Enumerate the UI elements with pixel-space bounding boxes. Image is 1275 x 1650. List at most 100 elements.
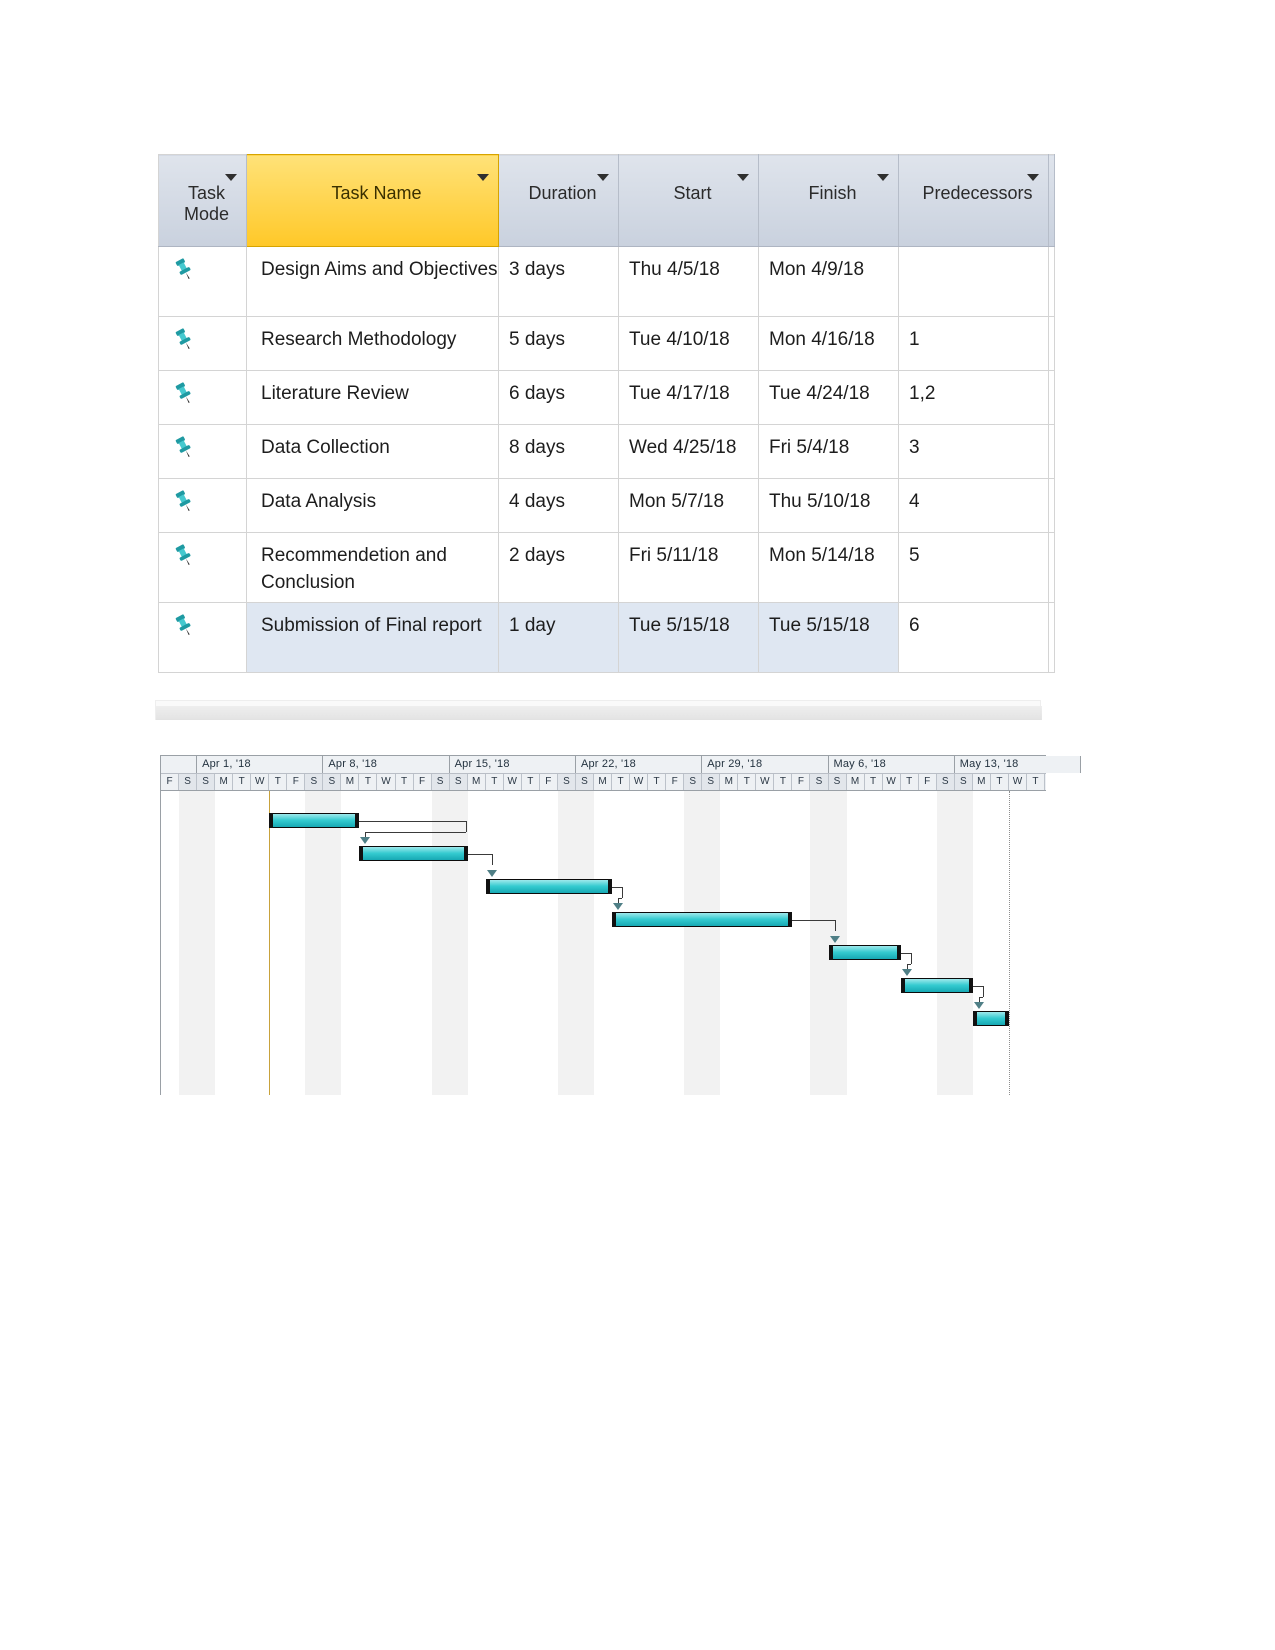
cell-task-name[interactable]: Design Aims and Objectives — [246, 246, 499, 317]
cell-start[interactable]: Thu 4/5/18 — [618, 246, 759, 317]
cell-finish[interactable]: Mon 5/14/18 — [758, 532, 899, 603]
cell-task-name[interactable]: Literature Review — [246, 370, 499, 425]
column-header-overflow[interactable] — [1048, 154, 1055, 247]
timeline-day-cell: S — [197, 774, 216, 790]
timeline-day-cell: T — [485, 774, 504, 790]
gantt-task-bar[interactable] — [972, 1011, 1009, 1026]
timeline-day-cell: T — [738, 774, 757, 790]
column-header-task-name[interactable]: Task Name — [246, 154, 499, 247]
cell-start[interactable]: Mon 5/7/18 — [618, 478, 759, 533]
pin-icon — [171, 326, 197, 352]
column-header-duration[interactable]: Duration — [498, 154, 619, 247]
cell-task-mode[interactable] — [158, 246, 247, 317]
column-header-start[interactable]: Start — [618, 154, 759, 247]
pin-icon — [171, 380, 197, 406]
cell-start[interactable]: Wed 4/25/18 — [618, 424, 759, 479]
filter-dropdown-icon[interactable] — [597, 174, 609, 181]
cell-duration[interactable]: 3 days — [498, 246, 619, 317]
filter-dropdown-icon[interactable] — [1027, 174, 1039, 181]
cell-duration[interactable]: 8 days — [498, 424, 619, 479]
table-row[interactable]: Submission of Final report 1 day Tue 5/15/… — [158, 602, 1055, 673]
cell-predecessors[interactable] — [898, 246, 1049, 317]
column-header-task-mode[interactable]: Task Mode — [158, 154, 247, 247]
cell-finish[interactable]: Tue 5/15/18 — [758, 602, 899, 673]
cell-finish[interactable]: Mon 4/9/18 — [758, 246, 899, 317]
cell-task-name[interactable]: Data Collection — [246, 424, 499, 479]
cell-finish[interactable]: Tue 4/24/18 — [758, 370, 899, 425]
cell-predecessors[interactable]: 1 — [898, 316, 1049, 371]
timeline-day-cell: S — [305, 774, 324, 790]
cell-overflow[interactable] — [1048, 532, 1055, 603]
gantt-task-bar[interactable] — [269, 813, 360, 828]
cell-overflow[interactable] — [1048, 478, 1055, 533]
table-row[interactable]: Research Methodology 5 days Tue 4/10/18 Mon… — [158, 316, 1055, 371]
scrollbar-thumb[interactable] — [156, 706, 1042, 720]
cell-predecessors[interactable]: 4 — [898, 478, 1049, 533]
column-header-finish[interactable]: Finish — [758, 154, 899, 247]
cell-task-name[interactable]: Recommendetion and Conclusion — [246, 532, 499, 603]
cell-task-name[interactable]: Data Analysis — [246, 478, 499, 533]
cell-duration[interactable]: 4 days — [498, 478, 619, 533]
table-row[interactable]: Literature Review 6 days Tue 4/17/18 Tue 4/… — [158, 370, 1055, 425]
cell-task-mode[interactable] — [158, 424, 247, 479]
cell-finish[interactable]: Thu 5/10/18 — [758, 478, 899, 533]
cell-task-name[interactable]: Research Methodology — [246, 316, 499, 371]
gantt-task-bar[interactable] — [828, 945, 901, 960]
cell-start[interactable]: Tue 5/15/18 — [618, 602, 759, 673]
cell-task-mode[interactable] — [158, 602, 247, 673]
cell-predecessors[interactable]: 6 — [898, 602, 1049, 673]
cell-task-mode[interactable] — [158, 316, 247, 371]
timeline-day-cell: M — [593, 774, 612, 790]
column-header-label: Start — [673, 183, 712, 203]
cell-start[interactable]: Tue 4/17/18 — [618, 370, 759, 425]
column-header-label: Predecessors — [922, 183, 1033, 203]
timeline-week-header: May 6, '18 — [828, 756, 955, 773]
cell-duration[interactable]: 6 days — [498, 370, 619, 425]
cell-task-mode[interactable] — [158, 478, 247, 533]
table-row[interactable]: Data Collection 8 days Wed 4/25/18 Fri 5/4/… — [158, 424, 1055, 479]
table-row[interactable]: Recommendetion and Conclusion 2 days Fri 5… — [158, 532, 1055, 603]
filter-dropdown-icon[interactable] — [877, 174, 889, 181]
column-header-predecessors[interactable]: Predecessors — [898, 154, 1049, 247]
cell-predecessors[interactable]: 5 — [898, 532, 1049, 603]
cell-task-mode[interactable] — [158, 370, 247, 425]
column-header-label: Duration — [528, 183, 597, 203]
bar-start-cap — [972, 1011, 977, 1026]
cell-start[interactable]: Tue 4/10/18 — [618, 316, 759, 371]
gantt-horizontal-scrollbar[interactable] — [155, 700, 1042, 720]
gantt-chart-block: Apr 1, '18 Apr 8, '18 Apr 15, '18 Apr 22, '… — [155, 700, 1082, 1095]
filter-dropdown-icon[interactable] — [477, 174, 489, 181]
cell-start[interactable]: Fri 5/11/18 — [618, 532, 759, 603]
today-line — [269, 791, 271, 1095]
gantt-task-bar[interactable] — [900, 978, 973, 993]
weekend-band — [305, 791, 324, 1095]
cell-overflow[interactable] — [1048, 246, 1055, 317]
timeline-day-cell: S — [323, 774, 342, 790]
table-row[interactable]: Design Aims and Objectives 3 days Thu 4/5/… — [158, 246, 1055, 317]
timeline-day-cell: M — [341, 774, 360, 790]
filter-dropdown-icon[interactable] — [737, 174, 749, 181]
cell-predecessors[interactable]: 1,2 — [898, 370, 1049, 425]
gantt-chart-area[interactable] — [161, 791, 1046, 1095]
timeline-day-cell: M — [972, 774, 991, 790]
cell-overflow[interactable] — [1048, 316, 1055, 371]
cell-predecessors[interactable]: 3 — [898, 424, 1049, 479]
cell-overflow[interactable] — [1048, 424, 1055, 479]
gantt-task-bar[interactable] — [359, 846, 468, 861]
filter-dropdown-icon[interactable] — [225, 174, 237, 181]
cell-finish[interactable]: Mon 4/16/18 — [758, 316, 899, 371]
cell-finish[interactable]: Fri 5/4/18 — [758, 424, 899, 479]
timeline-week-header: May 13, '18 — [954, 756, 1082, 773]
gantt-task-bar[interactable] — [485, 879, 613, 894]
timeline-day-cell: T — [233, 774, 252, 790]
bar-start-cap — [485, 879, 490, 894]
gantt-task-bar[interactable] — [612, 912, 793, 927]
cell-duration[interactable]: 2 days — [498, 532, 619, 603]
cell-overflow[interactable] — [1048, 370, 1055, 425]
cell-task-name[interactable]: Submission of Final report — [246, 602, 499, 673]
cell-duration[interactable]: 5 days — [498, 316, 619, 371]
table-row[interactable]: Data Analysis 4 days Mon 5/7/18 Thu 5/10/18… — [158, 478, 1055, 533]
cell-task-mode[interactable] — [158, 532, 247, 603]
cell-duration[interactable]: 1 day — [498, 602, 619, 673]
cell-overflow[interactable] — [1048, 602, 1055, 673]
